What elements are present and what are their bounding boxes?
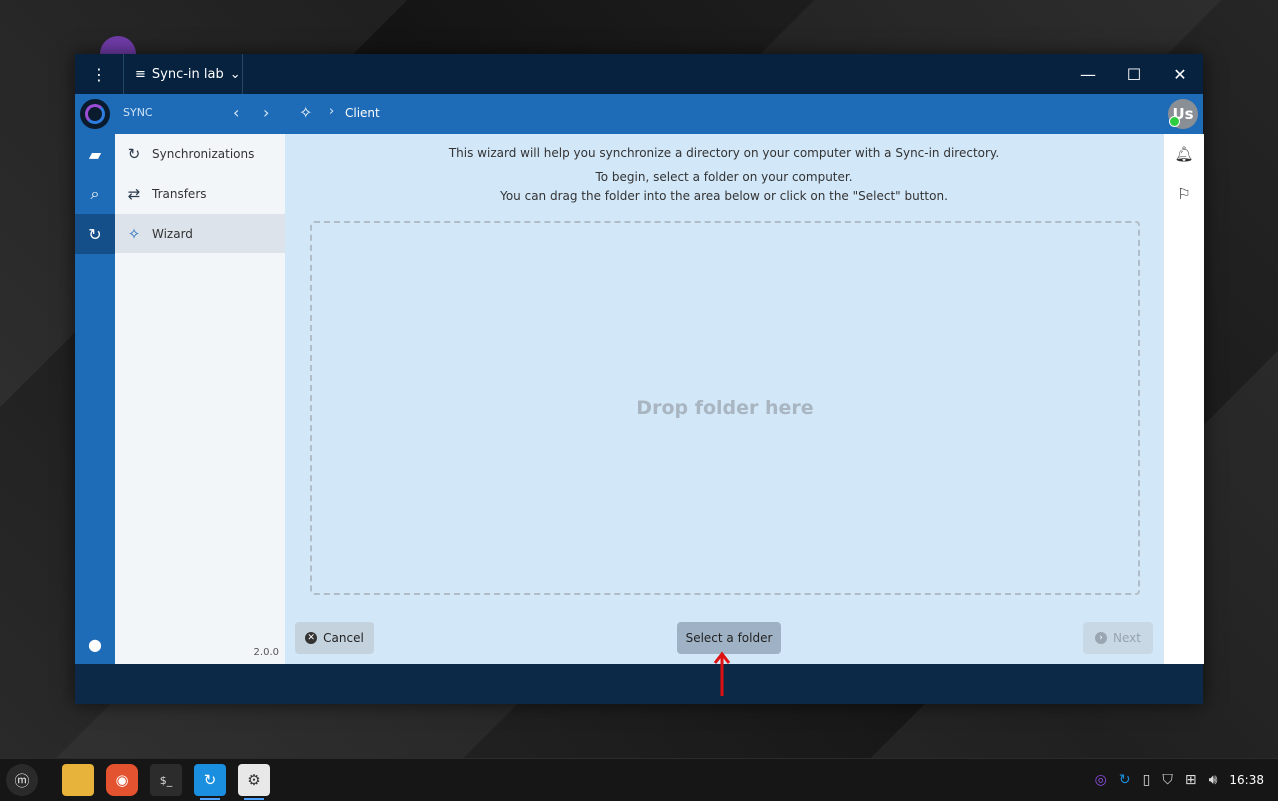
files-taskbar-button[interactable]: [62, 764, 94, 796]
title-bar: ⋮ ≡ Sync-in lab ⌄ — ☐ ✕: [75, 54, 1203, 94]
window-footer: [75, 664, 1203, 704]
app-logo[interactable]: [80, 99, 110, 129]
sync-icon: ↻: [127, 144, 141, 163]
sidebar: ↻ Synchronizations ⇄ Transfers ✧ Wizard …: [115, 134, 286, 664]
start-menu-button[interactable]: ⓜ: [6, 764, 38, 796]
cancel-button-label: Cancel: [323, 631, 364, 645]
sidebar-item-label: Transfers: [152, 186, 207, 201]
next-button[interactable]: › Next: [1083, 622, 1153, 654]
server-name: Sync-in lab: [151, 66, 224, 82]
app-version: 2.0.0: [253, 647, 279, 658]
arrow-circle-right-icon: ›: [1095, 632, 1108, 644]
terminal-icon: $_: [159, 773, 173, 787]
right-rail: 🔔︎ ⚐: [1163, 134, 1204, 664]
mint-logo-icon: ⓜ: [14, 771, 30, 790]
close-button[interactable]: ✕: [1157, 54, 1203, 94]
flag-icon: ⚐: [1177, 185, 1191, 203]
breadcrumb-chevron-icon: ›: [329, 104, 335, 119]
files-rail-button[interactable]: ▰: [75, 134, 115, 174]
avatar[interactable]: Us: [1168, 99, 1198, 129]
sidebar-item-label: Wizard: [152, 226, 193, 241]
forward-arrow-icon[interactable]: ›: [263, 103, 269, 122]
settings-taskbar-button[interactable]: ⚙: [238, 764, 270, 800]
select-folder-label: Select a folder: [685, 631, 773, 645]
sync-in-taskbar-button[interactable]: ↻: [194, 764, 226, 800]
clock[interactable]: 16:38: [1229, 773, 1264, 787]
sync-in-app-icon: ↻: [203, 771, 217, 789]
breadcrumb[interactable]: Client: [345, 106, 380, 120]
search-icon: ⌕: [90, 184, 100, 203]
sync-rail-button[interactable]: ↻: [75, 214, 115, 254]
minimize-button[interactable]: —: [1065, 54, 1111, 94]
transfer-icon: ⇄: [127, 184, 141, 203]
server-icon: ≡: [135, 66, 146, 82]
folder-drop-zone[interactable]: Drop folder here: [310, 221, 1140, 595]
tasks-button[interactable]: ⚐: [1164, 174, 1204, 214]
clipboard-icon[interactable]: ▯: [1143, 772, 1151, 788]
kebab-menu-icon: ⋮: [91, 64, 107, 84]
sidebar-item-label: Synchronizations: [152, 146, 255, 161]
desktop-app-icon[interactable]: [100, 36, 136, 56]
wizard-drag-hint-text: You can drag the folder into the area be…: [500, 189, 948, 203]
sidebar-item-wizard[interactable]: ✧ Wizard: [115, 214, 285, 253]
wizard-intro-text: This wizard will help you synchronize a …: [448, 146, 1000, 160]
notifications-button[interactable]: 🔔︎: [1164, 134, 1204, 174]
sidebar-item-transfers[interactable]: ⇄ Transfers: [115, 174, 285, 213]
app-header: SYNC ‹ › ✧ › Client Us: [75, 94, 1203, 134]
gear-icon: ⚙: [247, 771, 261, 789]
volume-icon[interactable]: 🔊︎: [1209, 772, 1218, 788]
online-status-dot: [1169, 116, 1180, 127]
folder-icon: ▰: [88, 144, 102, 164]
drop-zone-label: Drop folder here: [636, 397, 814, 419]
terminal-taskbar-button[interactable]: $_: [150, 764, 182, 796]
window-menu-button[interactable]: ⋮: [75, 54, 124, 94]
maximize-button[interactable]: ☐: [1111, 54, 1157, 94]
next-button-label: Next: [1113, 631, 1141, 645]
wizard-instruction-text: To begin, select a folder on your comput…: [595, 170, 853, 184]
back-arrow-icon[interactable]: ‹: [233, 103, 239, 122]
magic-wand-icon: ✧: [127, 224, 141, 243]
sync-logo-icon: [85, 104, 105, 124]
shield-icon[interactable]: ⛉: [1162, 772, 1173, 788]
magic-wand-icon: ✧: [299, 103, 313, 122]
user-icon: ●: [88, 634, 102, 654]
bell-icon: 🔔︎: [1174, 145, 1194, 163]
sync-in-tray-icon[interactable]: ◎: [1095, 772, 1107, 788]
close-circle-icon: ✕: [305, 632, 318, 644]
section-label: SYNC: [123, 106, 153, 119]
sync-icon: ↻: [88, 224, 102, 244]
search-rail-button[interactable]: ⌕: [75, 174, 115, 214]
user-rail-button[interactable]: ●: [75, 624, 115, 664]
annotation-arrow: [713, 651, 731, 696]
taskbar: ⓜ ◉ $_ ↻ ⚙ ◎ ↻ ▯ ⛉ ⊞ 🔊︎ 16:38: [0, 758, 1278, 801]
sidebar-item-synchronizations[interactable]: ↻ Synchronizations: [115, 134, 285, 173]
system-tray: ◎ ↻ ▯ ⛉ ⊞ 🔊︎ 16:38: [1095, 759, 1278, 801]
firefox-icon: ◉: [115, 771, 129, 789]
browser-taskbar-button[interactable]: ◉: [106, 764, 138, 796]
network-icon[interactable]: ⊞: [1185, 772, 1197, 788]
app-window: ⋮ ≡ Sync-in lab ⌄ — ☐ ✕ SYNC ‹ › ✧ › Cli…: [75, 54, 1204, 704]
wizard-panel: This wizard will help you synchronize a …: [285, 134, 1163, 664]
sync-status-tray-icon[interactable]: ↻: [1119, 772, 1131, 788]
server-selector[interactable]: ≡ Sync-in lab ⌄: [123, 54, 243, 94]
cancel-button[interactable]: ✕ Cancel: [295, 622, 374, 654]
icon-rail: ▰ ⌕ ↻ ●: [75, 134, 115, 664]
chevron-down-icon: ⌄: [229, 66, 241, 82]
